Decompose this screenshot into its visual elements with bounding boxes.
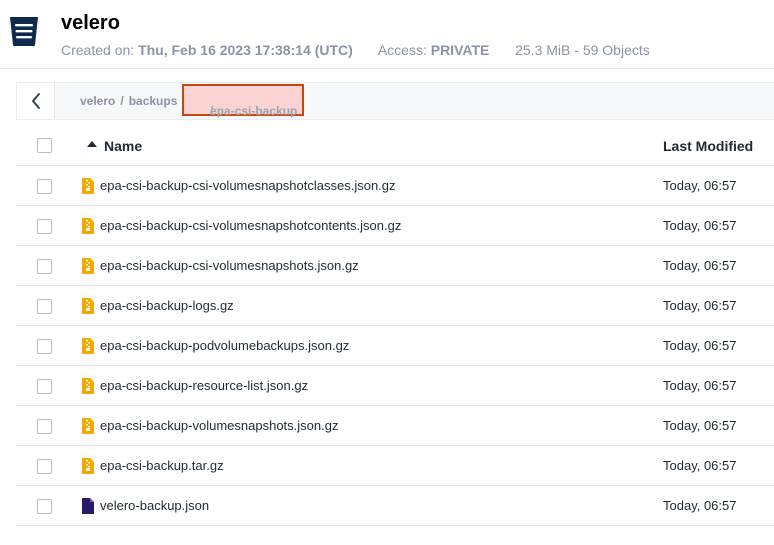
breadcrumb-item-backups[interactable]: backups (129, 94, 178, 108)
breadcrumb-item-current[interactable]: epa-csi-backup (210, 104, 297, 118)
row-checkbox[interactable] (37, 379, 52, 394)
file-last-modified: Today, 06:57 (663, 178, 737, 193)
table-row[interactable]: epa-csi-backup-csi-volumesnapshotclasses… (16, 166, 774, 206)
file-name[interactable]: epa-csi-backup-resource-list.json.gz (100, 378, 308, 393)
select-all-checkbox[interactable] (37, 138, 52, 153)
bucket-header: velero Created on: Thu, Feb 16 2023 17:3… (0, 0, 774, 69)
file-name[interactable]: velero-backup.json (100, 498, 209, 513)
file-name[interactable]: epa-csi-backup-logs.gz (100, 298, 234, 313)
row-checkbox[interactable] (37, 459, 52, 474)
table-row[interactable]: epa-csi-backup-resource-list.json.gz Toda… (16, 366, 774, 406)
breadcrumb-separator: / (120, 94, 124, 108)
breadcrumb-item-velero[interactable]: velero (80, 94, 115, 108)
created-value: Thu, Feb 16 2023 17:38:14 (UTC) (138, 42, 353, 58)
row-checkbox[interactable] (37, 339, 52, 354)
file-last-modified: Today, 06:57 (663, 418, 737, 433)
file-name[interactable]: epa-csi-backup-podvolumebackups.json.gz (100, 338, 349, 353)
column-header-last-modified[interactable]: Last Modified (663, 138, 753, 154)
file-last-modified: Today, 06:57 (663, 258, 737, 273)
table-row[interactable]: epa-csi-backup.tar.gz Today, 06:57 (16, 446, 774, 486)
file-last-modified: Today, 06:57 (663, 298, 737, 313)
file-name[interactable]: epa-csi-backup-volumesnapshots.json.gz (100, 418, 338, 433)
breadcrumb: velero / backups (80, 94, 177, 108)
table-row[interactable]: epa-csi-backup-logs.gz Today, 06:57 (16, 286, 774, 326)
table-header: Name Last Modified (16, 125, 774, 166)
table-row[interactable]: epa-csi-backup-podvolumebackups.json.gz T… (16, 326, 774, 366)
row-checkbox[interactable] (37, 419, 52, 434)
archive-file-icon (82, 418, 94, 434)
archive-file-icon (82, 338, 94, 354)
table-row[interactable]: epa-csi-backup-volumesnapshots.json.gz To… (16, 406, 774, 446)
archive-file-icon (82, 258, 94, 274)
file-last-modified: Today, 06:57 (663, 338, 737, 353)
back-button[interactable] (17, 83, 55, 119)
breadcrumb-bar: velero / backups / epa-csi-backup (16, 82, 774, 120)
archive-file-icon (82, 178, 94, 194)
bucket-meta: Created on: Thu, Feb 16 2023 17:38:14 (U… (61, 42, 650, 58)
breadcrumb-current-highlight: / epa-csi-backup (182, 84, 304, 118)
file-last-modified: Today, 06:57 (663, 458, 737, 473)
chevron-left-icon (31, 93, 40, 109)
row-checkbox[interactable] (37, 219, 52, 234)
table-row[interactable]: epa-csi-backup-csi-volumesnapshots.json.… (16, 246, 774, 286)
access-value: PRIVATE (430, 42, 490, 58)
access-label: Access: (377, 42, 427, 58)
file-name[interactable]: epa-csi-backup-csi-volumesnapshotclasses… (100, 178, 396, 193)
file-name[interactable]: epa-csi-backup-csi-volumesnapshotcontent… (100, 218, 401, 233)
bucket-icon (10, 17, 38, 46)
created-label: Created on: (61, 42, 135, 58)
archive-file-icon (82, 218, 94, 234)
archive-file-icon (82, 458, 94, 474)
table-row[interactable]: velero-backup.json Today, 06:57 (16, 486, 774, 526)
archive-file-icon (82, 298, 94, 314)
row-checkbox[interactable] (37, 299, 52, 314)
file-name[interactable]: epa-csi-backup-csi-volumesnapshots.json.… (100, 258, 359, 273)
file-last-modified: Today, 06:57 (663, 498, 737, 513)
row-checkbox[interactable] (37, 499, 52, 514)
column-header-name[interactable]: Name (104, 138, 142, 154)
bucket-name: velero (61, 12, 120, 34)
archive-file-icon (82, 378, 94, 394)
row-checkbox[interactable] (37, 259, 52, 274)
file-last-modified: Today, 06:57 (663, 378, 737, 393)
file-last-modified: Today, 06:57 (663, 218, 737, 233)
object-table: Name Last Modified epa-csi-backup-csi-vo… (16, 125, 774, 526)
usage-summary: 25.3 MiB - 59 Objects (515, 42, 650, 58)
table-row[interactable]: epa-csi-backup-csi-volumesnapshotcontent… (16, 206, 774, 246)
row-checkbox[interactable] (37, 179, 52, 194)
file-name[interactable]: epa-csi-backup.tar.gz (100, 458, 224, 473)
json-file-icon (82, 498, 94, 514)
sort-ascending-icon[interactable] (87, 141, 97, 147)
